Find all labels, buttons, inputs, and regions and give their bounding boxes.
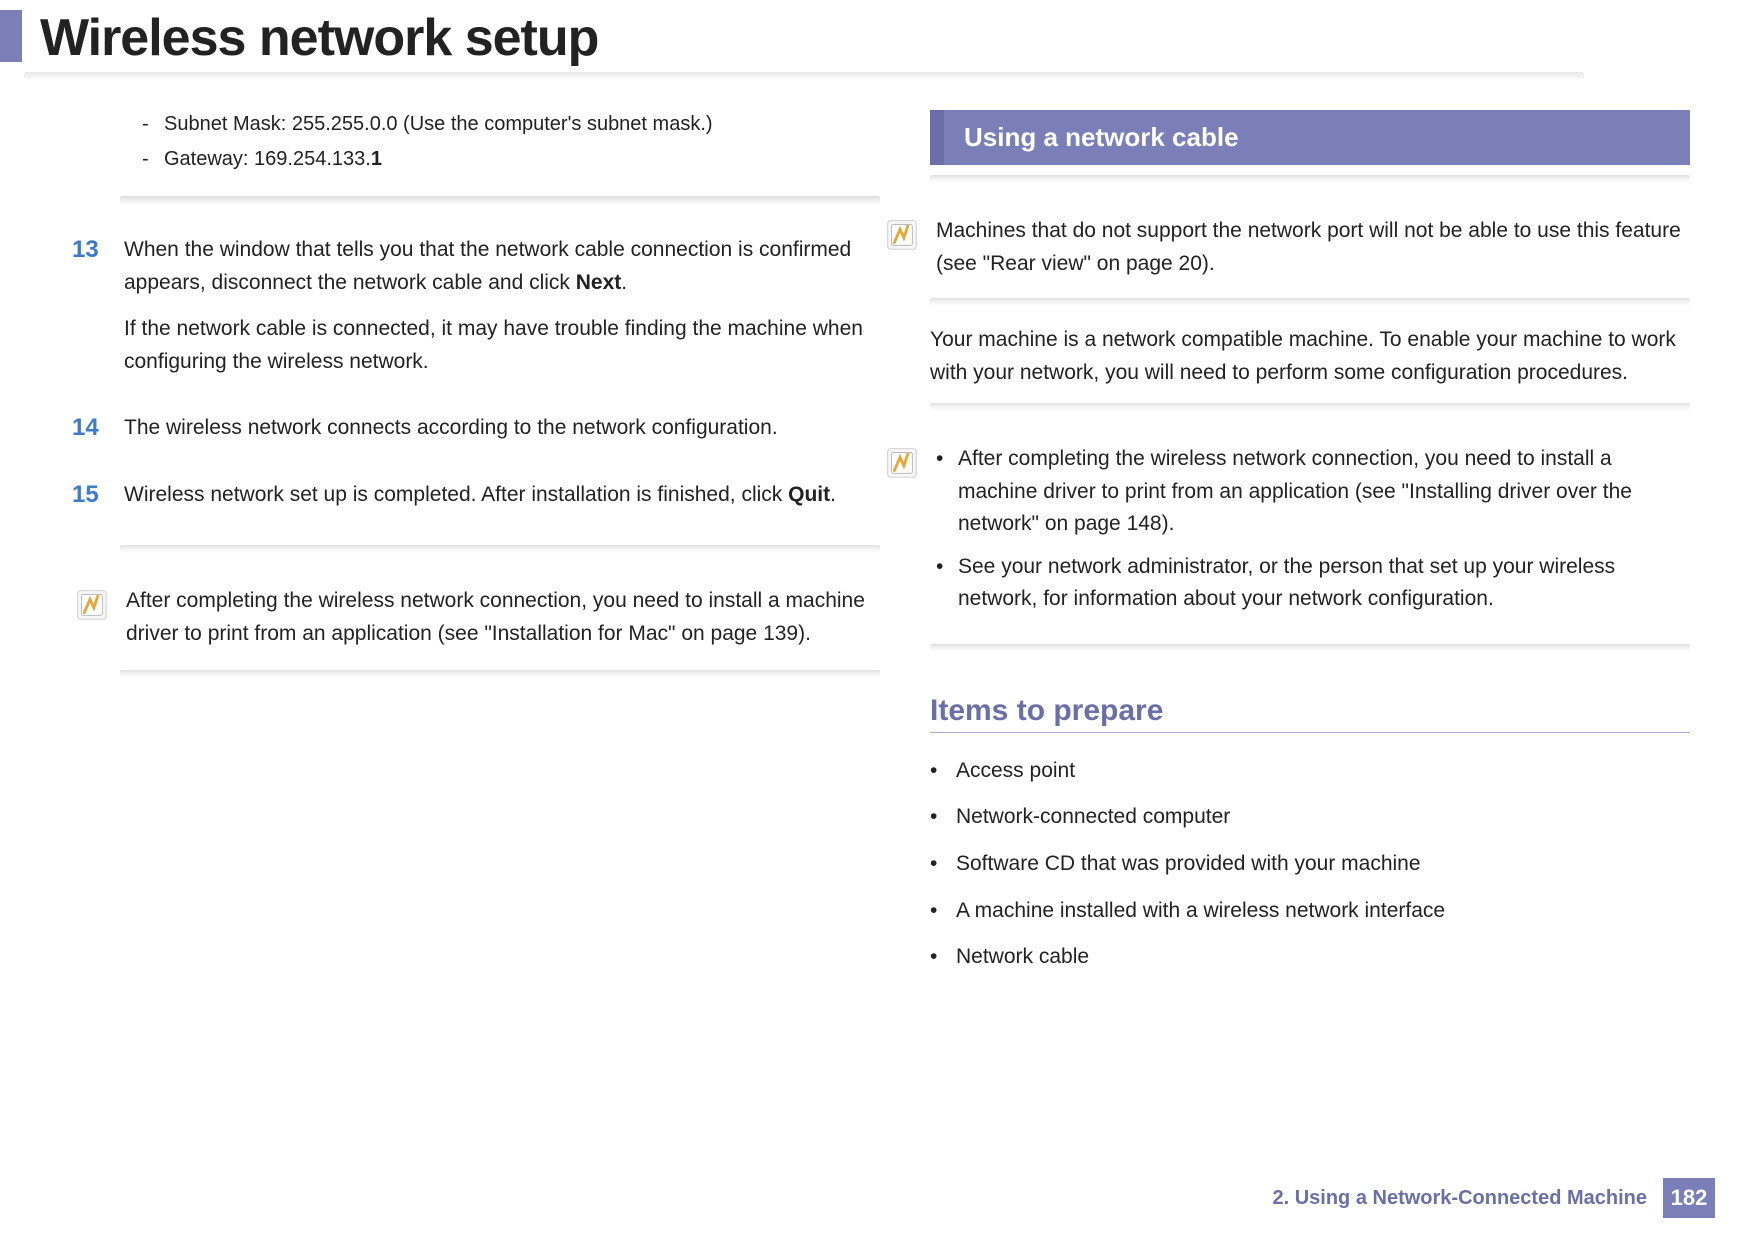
step-13-p1a: When the window that tells you that the …: [124, 238, 851, 294]
item-text: Network cable: [956, 941, 1690, 974]
step-15-quit: Quit: [788, 483, 830, 506]
step-15: 15 Wireless network set up is completed.…: [120, 479, 880, 526]
page-title: Wireless network setup: [40, 8, 1755, 68]
step-body: When the window that tells you that the …: [124, 234, 880, 392]
thin-rule: [930, 732, 1690, 733]
bullet-icon: •: [930, 801, 938, 834]
step-13-next: Next: [576, 271, 622, 294]
page-number: 182: [1663, 1178, 1715, 1218]
note-bullet-1-text: After completing the wireless network co…: [958, 443, 1690, 541]
note-inner: After completing the wireless network co…: [120, 579, 880, 650]
step-15-text: Wireless network set up is completed. Af…: [124, 479, 880, 512]
step-number: 15: [72, 479, 106, 526]
note-text: • After completing the wireless network …: [936, 443, 1690, 626]
note-inner: Machines that do not support the network…: [930, 209, 1690, 280]
note-bullet-2-text: See your network administrator, or the p…: [958, 551, 1690, 616]
sub-item-subnet: - Subnet Mask: 255.255.0.0 (Use the comp…: [120, 110, 880, 139]
sub-item-gateway: - Gateway: 169.254.133.1: [120, 145, 880, 174]
note-network-port: Machines that do not support the network…: [930, 201, 1690, 280]
chapter-label: 2. Using a Network-Connected Machine: [1272, 1187, 1647, 1210]
content-columns: - Subnet Mask: 255.255.0.0 (Use the comp…: [0, 80, 1755, 988]
note-bullet-2: • See your network administrator, or the…: [936, 551, 1690, 616]
step-13: 13 When the window that tells you that t…: [120, 234, 880, 392]
step-body: The wireless network connects according …: [124, 412, 880, 459]
item-text: Software CD that was provided with your …: [956, 848, 1690, 881]
gateway-prefix: Gateway: 169.254.133.: [164, 148, 371, 170]
note-icon: [882, 215, 920, 253]
title-underline: [24, 72, 1584, 80]
title-bar: Wireless network setup: [0, 0, 1755, 72]
gateway-bold: 1: [371, 148, 382, 170]
step-15-c: .: [830, 483, 836, 506]
dash-icon: -: [142, 110, 152, 139]
list-item: • Software CD that was provided with your…: [930, 848, 1690, 881]
bullet-icon: •: [936, 551, 946, 616]
items-list: • Access point • Network-connected compute…: [930, 755, 1690, 974]
section-banner-wrap: Using a network cable: [930, 110, 1690, 165]
note-driver-mac: After completing the wireless network co…: [120, 571, 880, 650]
divider: [930, 175, 1690, 183]
note-bullet-1: • After completing the wireless network …: [936, 443, 1690, 541]
items-heading: Items to prepare: [930, 694, 1690, 728]
step-13-p1: When the window that tells you that the …: [124, 234, 880, 299]
right-column: Using a network cable Machines that do n…: [930, 110, 1690, 988]
list-item: • Network cable: [930, 941, 1690, 974]
note-driver-network: • After completing the wireless network …: [930, 429, 1690, 626]
bullet-icon: •: [930, 848, 938, 881]
item-text: Access point: [956, 755, 1690, 788]
item-text: Network-connected computer: [956, 801, 1690, 834]
note-text: After completing the wireless network co…: [126, 585, 880, 650]
step-15-a: Wireless network set up is completed. Af…: [124, 483, 788, 506]
step-13-p2: If the network cable is connected, it ma…: [124, 313, 880, 378]
document-page: Wireless network setup - Subnet Mask: 25…: [0, 0, 1755, 1240]
item-text: A machine installed with a wireless netw…: [956, 895, 1690, 928]
note-icon: [882, 443, 920, 481]
step-number: 14: [72, 412, 106, 459]
bullet-icon: •: [930, 755, 938, 788]
bullet-icon: •: [930, 941, 938, 974]
divider: [930, 298, 1690, 306]
note-inner: • After completing the wireless network …: [930, 437, 1690, 626]
subnet-text: Subnet Mask: 255.255.0.0 (Use the comput…: [164, 110, 880, 139]
divider: [120, 670, 880, 678]
list-item: • A machine installed with a wireless net…: [930, 895, 1690, 928]
footer: 2. Using a Network-Connected Machine 182: [1272, 1178, 1715, 1218]
gateway-text: Gateway: 169.254.133.1: [164, 145, 880, 174]
note-text: Machines that do not support the network…: [936, 215, 1690, 280]
section-banner: Using a network cable: [944, 110, 1690, 165]
step-14-text: The wireless network connects according …: [124, 412, 880, 445]
left-column: - Subnet Mask: 255.255.0.0 (Use the comp…: [120, 110, 880, 988]
note-icon: [72, 585, 110, 623]
title-accent: [0, 10, 22, 62]
step-number: 13: [72, 234, 106, 392]
divider: [930, 403, 1690, 411]
bullet-icon: •: [936, 443, 946, 541]
step-13-p1c: .: [621, 271, 627, 294]
divider: [120, 545, 880, 553]
step-14: 14 The wireless network connects accordi…: [120, 412, 880, 459]
intro-paragraph: Your machine is a network compatible mac…: [930, 324, 1690, 389]
dash-icon: -: [142, 145, 152, 174]
bullet-icon: •: [930, 895, 938, 928]
step-body: Wireless network set up is completed. Af…: [124, 479, 880, 526]
divider: [120, 196, 880, 206]
list-item: • Access point: [930, 755, 1690, 788]
divider: [930, 644, 1690, 652]
list-item: • Network-connected computer: [930, 801, 1690, 834]
